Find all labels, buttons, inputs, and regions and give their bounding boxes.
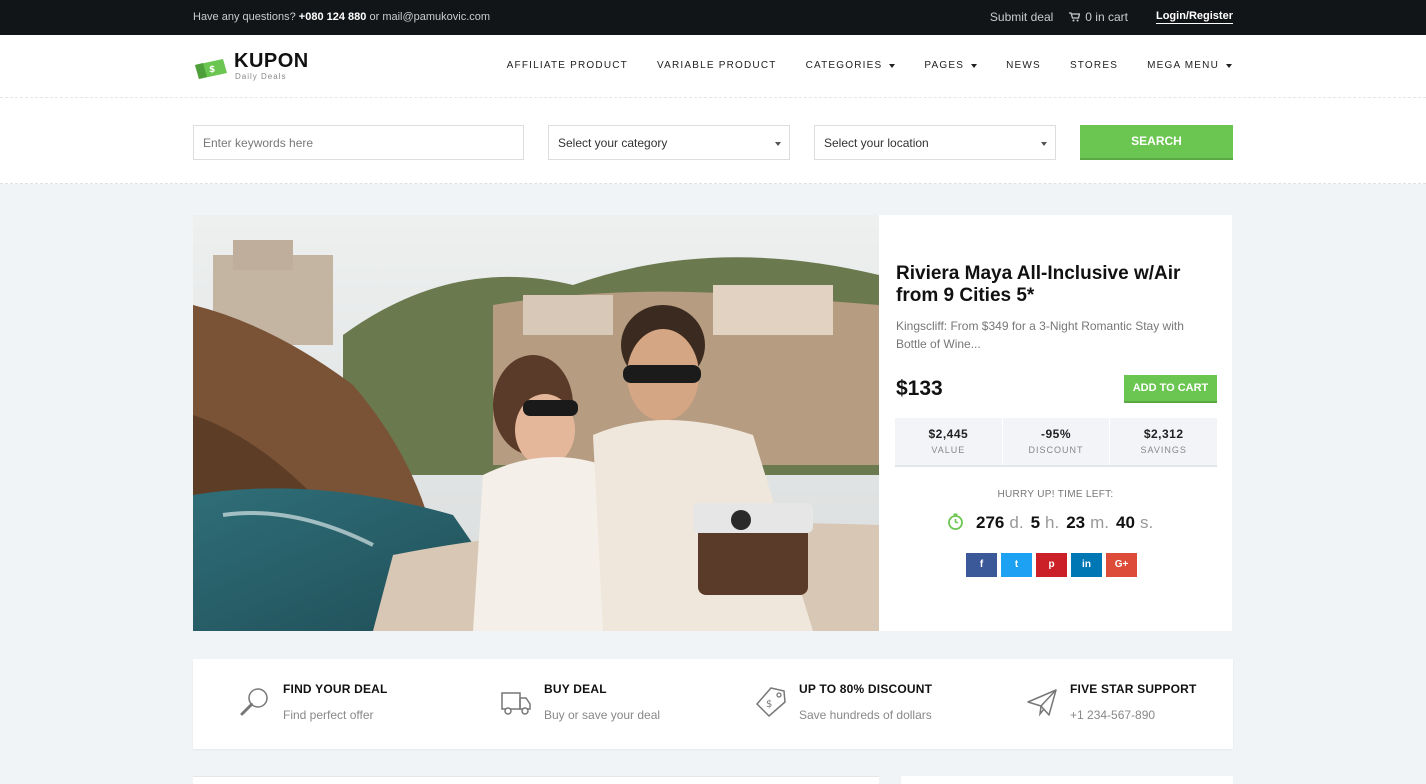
nav-variable-product[interactable]: VARIABLE PRODUCT (657, 60, 777, 71)
deal-description: Kingscliff: From $349 for a 3-Night Roma… (896, 319, 1184, 351)
feature-subtitle: Find perfect offer (283, 708, 374, 722)
caret-down-icon (971, 63, 978, 68)
feature-buy-deal: BUY DEAL Buy or save your deal (499, 682, 660, 722)
logo-subtitle: Daily Deals (235, 72, 287, 81)
stat-discount: -95% DISCOUNT (1003, 418, 1111, 465)
timer-seconds-unit: s. (1139, 513, 1154, 532)
paper-plane-icon (1027, 689, 1057, 717)
contact-or: or (369, 11, 380, 23)
contact-question: Have any questions? (193, 11, 296, 23)
stat-savings: $2,312 SAVINGS (1110, 418, 1217, 465)
tag-icon: $ (755, 687, 786, 718)
timer-days: 276 (976, 513, 1005, 532)
keyword-search-input[interactable]: Enter keywords here (193, 125, 524, 160)
stopwatch-icon (948, 513, 963, 530)
facebook-share-button[interactable]: f (966, 553, 997, 577)
nav-stores[interactable]: STORES (1070, 60, 1118, 71)
linkedin-share-button[interactable]: in (1071, 553, 1102, 577)
contact-email[interactable]: mail@pamukovic.com (382, 11, 490, 23)
feature-discount: $ UP TO 80% DISCOUNT Save hundreds of do… (754, 682, 932, 722)
stat-discount-label: DISCOUNT (1028, 445, 1084, 455)
svg-text:$: $ (766, 699, 772, 710)
deal-hero-image[interactable] (193, 215, 879, 631)
truck-icon (501, 692, 531, 715)
stat-value-label: VALUE (931, 445, 966, 455)
svg-text:$: $ (209, 65, 215, 75)
deal-price: $133 (896, 377, 943, 400)
coupon-logo-icon: $ (195, 59, 227, 79)
pinterest-share-button[interactable]: p (1036, 553, 1067, 577)
feature-subtitle: +1 234-567-890 (1070, 708, 1156, 722)
timer-days-unit: d. (1009, 513, 1024, 532)
location-select[interactable]: Select your location (814, 125, 1056, 160)
logo-title: KUPON (234, 50, 309, 72)
location-select-value: Select your location (824, 136, 929, 150)
nav-categories-label: CATEGORIES (805, 60, 883, 71)
feature-title: BUY DEAL (544, 682, 607, 696)
feature-title: FIVE STAR SUPPORT (1070, 682, 1197, 696)
timer-hours: 5 (1030, 513, 1041, 532)
main-nav: AFFILIATE PRODUCT VARIABLE PRODUCT CATEG… (507, 60, 1232, 71)
nav-mega-menu[interactable]: MEGA MENU (1147, 60, 1232, 71)
stat-value-number: $2,445 (928, 427, 969, 441)
main-header: $ KUPON Daily Deals AFFILIATE PRODUCT VA… (0, 35, 1426, 98)
nav-categories[interactable]: CATEGORIES (806, 60, 896, 71)
timer-seconds: 40 (1116, 513, 1135, 532)
login-register-link[interactable]: Login/Register (1155, 10, 1233, 24)
category-select[interactable]: Select your category (548, 125, 790, 160)
deal-title[interactable]: Riviera Maya All-Inclusive w/Air from 9 … (896, 263, 1216, 307)
add-to-cart-button[interactable]: ADD TO CART (1124, 375, 1217, 403)
nav-pages-label: PAGES (924, 60, 965, 71)
category-select-value: Select your category (558, 136, 668, 150)
cart-icon (1069, 12, 1081, 22)
nav-news[interactable]: NEWS (1006, 60, 1041, 71)
stat-savings-label: SAVINGS (1140, 445, 1187, 455)
google-plus-share-button[interactable]: G+ (1106, 553, 1137, 577)
cart-count: 0 in cart (1085, 10, 1128, 24)
couple-selfie-photo (193, 215, 879, 631)
deal-card: Riviera Maya All-Inclusive w/Air from 9 … (879, 215, 1232, 631)
nav-affiliate-product[interactable]: AFFILIATE PRODUCT (507, 60, 628, 71)
feature-title: FIND YOUR DEAL (283, 682, 388, 696)
hurry-up-label: HURRY UP! TIME LEFT: (997, 489, 1114, 500)
nav-mega-menu-label: MEGA MENU (1147, 60, 1219, 71)
stat-savings-number: $2,312 (1143, 427, 1184, 441)
search-button[interactable]: SEARCH (1080, 125, 1233, 160)
contact-phone[interactable]: +080 124 880 (299, 11, 367, 23)
feature-title: UP TO 80% DISCOUNT (799, 682, 933, 696)
sidebar-section-start (901, 776, 1233, 784)
social-share: f t p in G+ (966, 553, 1137, 577)
contact-info: Have any questions? +080 124 880 or mail… (193, 11, 490, 23)
select-arrow-icon (775, 142, 781, 146)
submit-deal-link[interactable]: Submit deal (990, 10, 1053, 24)
deal-stats: $2,445 VALUE -95% DISCOUNT $2,312 SAVING… (895, 418, 1217, 467)
magnifier-icon (240, 688, 268, 716)
feature-support: FIVE STAR SUPPORT +1 234-567-890 (1025, 682, 1197, 722)
timer-hours-unit: h. (1045, 513, 1060, 532)
logo[interactable]: $ KUPON Daily Deals (193, 51, 309, 81)
search-bar: Enter keywords here Select your category… (0, 98, 1426, 184)
twitter-share-button[interactable]: t (1001, 553, 1032, 577)
cart-link[interactable]: 0 in cart (1069, 10, 1128, 24)
caret-down-icon (1226, 63, 1232, 68)
feature-find-deal: FIND YOUR DEAL Find perfect offer (238, 682, 388, 722)
countdown-timer: 276 d. 5 h. 23 m. 40 s. (947, 511, 1160, 533)
top-bar: Have any questions? +080 124 880 or mail… (0, 0, 1426, 35)
nav-pages[interactable]: PAGES (924, 60, 978, 71)
select-arrow-icon (1041, 142, 1047, 146)
stat-value: $2,445 VALUE (895, 418, 1003, 465)
timer-minutes: 23 (1066, 513, 1086, 532)
caret-down-icon (889, 63, 896, 68)
timer-minutes-unit: m. (1090, 513, 1110, 532)
features-strip: FIND YOUR DEAL Find perfect offer BUY DE… (193, 659, 1233, 749)
stat-discount-number: -95% (1041, 427, 1072, 441)
content-section-start (193, 776, 879, 784)
feature-subtitle: Buy or save your deal (544, 708, 661, 722)
feature-subtitle: Save hundreds of dollars (799, 708, 932, 722)
